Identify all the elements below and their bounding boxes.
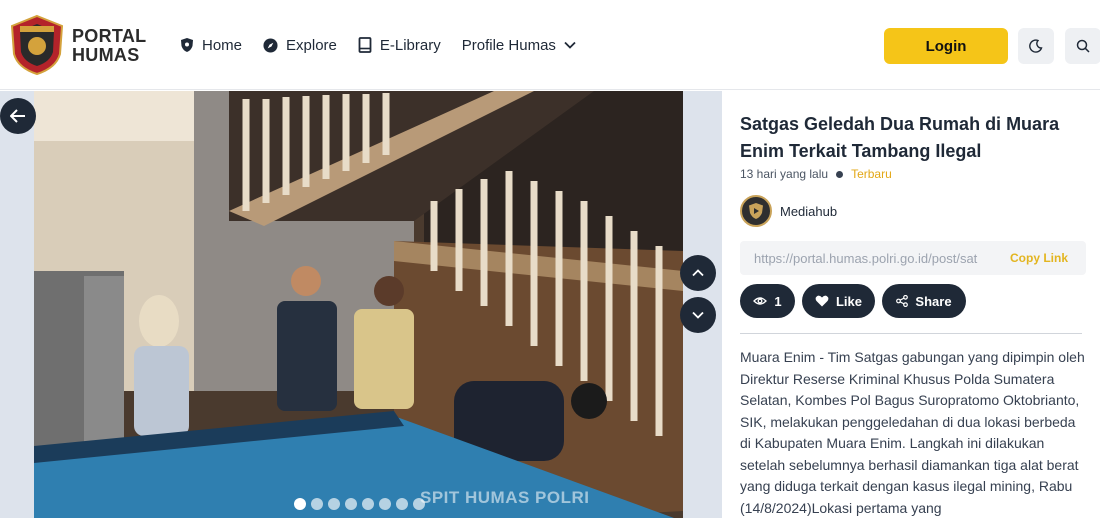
gallery-dot[interactable] <box>413 498 425 510</box>
content-divider <box>740 333 1082 334</box>
share-icon <box>896 295 909 307</box>
post-time: 13 hari yang lalu <box>740 167 829 181</box>
nav-elibrary-label: E-Library <box>379 36 441 54</box>
author-info[interactable]: Mediahub <box>740 195 837 227</box>
chevron-up-icon <box>692 269 704 277</box>
article-actions: 1 Like Share <box>740 284 973 318</box>
gallery-down-button[interactable] <box>680 297 716 333</box>
brand-name[interactable]: PORTAL HUMAS <box>72 27 146 65</box>
brand-line-2: HUMAS <box>72 45 140 65</box>
arrow-left-icon <box>10 109 25 123</box>
nav-profile-label: Profile Humas <box>461 36 556 54</box>
article-body: Muara Enim - Tim Satgas gabungan yang di… <box>740 349 1085 516</box>
brand-line-1: PORTAL <box>72 26 147 46</box>
nav-home-label: Home <box>202 36 243 54</box>
views-counter[interactable]: 1 <box>740 284 795 318</box>
heart-icon <box>815 295 829 307</box>
photo-illustration <box>34 91 683 518</box>
main-nav: Home Explore E-Library Profile Humas <box>180 34 597 56</box>
portal-humas-logo[interactable] <box>8 14 66 76</box>
gallery-dot[interactable] <box>294 498 306 510</box>
chevron-down-icon <box>564 41 576 49</box>
gallery-dot[interactable] <box>362 498 374 510</box>
shield-icon <box>181 38 193 52</box>
nav-elibrary[interactable]: E-Library <box>358 34 441 56</box>
nav-home[interactable]: Home <box>180 34 242 56</box>
search-button[interactable] <box>1065 28 1100 64</box>
top-navbar: PORTAL HUMAS Home Explore E-Library Prof… <box>0 0 1100 90</box>
gallery-up-button[interactable] <box>680 255 716 291</box>
gallery-dot[interactable] <box>345 498 357 510</box>
nav-explore[interactable]: Explore <box>263 34 337 56</box>
article-panel: Satgas Geledah Dua Rumah di Muara Enim T… <box>722 91 1100 518</box>
theme-toggle-button[interactable] <box>1018 28 1054 64</box>
back-button[interactable] <box>0 98 36 134</box>
badge-icon <box>749 203 763 219</box>
gallery-dot[interactable] <box>396 498 408 510</box>
author-avatar <box>740 195 772 227</box>
gallery-pagination <box>294 498 430 510</box>
article-title: Satgas Geledah Dua Rumah di Muara Enim T… <box>740 114 1060 161</box>
meta-separator <box>836 170 844 178</box>
gallery-dot[interactable] <box>328 498 340 510</box>
gallery-dot[interactable] <box>379 498 391 510</box>
article-meta: 13 hari yang lalu Terbaru <box>740 167 892 181</box>
login-button[interactable]: Login <box>884 28 1008 64</box>
article-photo[interactable] <box>34 91 683 518</box>
moon-icon <box>1029 39 1043 53</box>
gallery-dot[interactable] <box>311 498 323 510</box>
share-label: Share <box>915 293 952 309</box>
nav-profile-humas[interactable]: Profile Humas <box>462 34 576 56</box>
copy-link-button[interactable]: Copy Link <box>1010 251 1068 265</box>
views-count: 1 <box>774 293 782 309</box>
eye-icon <box>753 297 768 305</box>
compass-icon <box>263 37 278 53</box>
share-button[interactable]: Share <box>882 284 966 318</box>
photo-watermark: SPIT HUMAS POLRI <box>420 488 590 507</box>
book-icon <box>358 37 372 53</box>
share-link-url[interactable]: https://portal.humas.polri.go.id/post/sa… <box>754 251 998 266</box>
author-name: Mediahub <box>780 203 838 219</box>
share-link-box: https://portal.humas.polri.go.id/post/sa… <box>740 241 1086 275</box>
chevron-down-icon <box>692 311 704 319</box>
search-icon <box>1076 39 1090 53</box>
like-button[interactable]: Like <box>802 284 875 318</box>
nav-explore-label: Explore <box>286 36 337 54</box>
like-label: Like <box>835 293 862 309</box>
category-tag[interactable]: Terbaru <box>851 167 892 181</box>
